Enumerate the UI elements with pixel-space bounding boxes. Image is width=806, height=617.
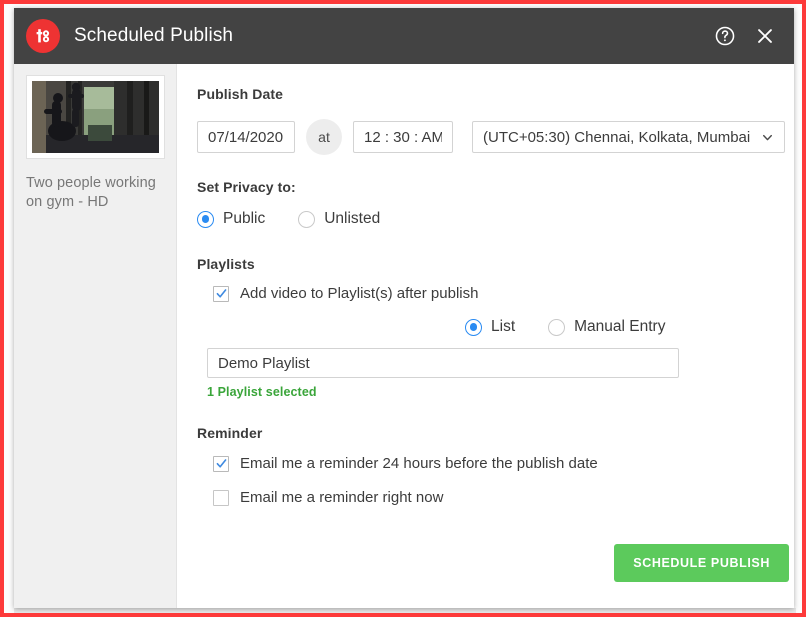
- dialog-content: Publish Date at Set Privacy to:: [177, 64, 794, 608]
- background-ghost-bar: [14, 608, 796, 614]
- radio-public[interactable]: [197, 210, 214, 228]
- dialog-title: Scheduled Publish: [74, 25, 234, 46]
- thumbnail-frame: [26, 75, 165, 159]
- radio-unlisted-label: Unlisted: [324, 210, 381, 227]
- playlist-status: 1 Playlist selected: [207, 385, 317, 399]
- radio-public-label: Public: [223, 210, 266, 227]
- playlist-input[interactable]: [207, 348, 679, 378]
- reminder-now-row: Email me a reminder right now: [213, 489, 785, 506]
- privacy-options-row: Public Unlisted: [197, 210, 785, 228]
- playlist-mode-row: List Manual Entry: [465, 318, 785, 336]
- video-title: Two people working on gym - HD: [26, 175, 156, 210]
- publish-date-input[interactable]: [197, 121, 295, 153]
- video-sidebar: Two people working on gym - HD: [14, 64, 177, 608]
- dialog-header: Scheduled Publish: [14, 8, 794, 64]
- close-icon[interactable]: [752, 23, 778, 49]
- at-label: at: [306, 119, 342, 155]
- radio-list-label: List: [491, 318, 516, 335]
- publish-date-label: Publish Date: [197, 86, 283, 102]
- dialog-body: Two people working on gym - HD Publish D…: [14, 64, 794, 608]
- checkbox-reminder-24h[interactable]: [213, 455, 229, 472]
- playlists-label: Playlists: [197, 256, 255, 272]
- radio-manual-entry[interactable]: [548, 318, 566, 336]
- checkbox-reminder-now[interactable]: [213, 489, 229, 506]
- add-to-playlist-label: Add video to Playlist(s) after publish: [240, 285, 479, 302]
- dialog-footer: SCHEDULE PUBLISH: [614, 544, 789, 582]
- publish-time-input[interactable]: [353, 121, 453, 153]
- help-circle-icon[interactable]: [712, 23, 738, 49]
- privacy-label: Set Privacy to:: [197, 179, 296, 195]
- reminder-24h-label: Email me a reminder 24 hours before the …: [240, 455, 598, 472]
- publish-date-row: at: [197, 119, 785, 155]
- tubebuddy-logo-icon: [26, 19, 60, 53]
- schedule-publish-button[interactable]: SCHEDULE PUBLISH: [614, 544, 789, 582]
- checkbox-add-to-playlist[interactable]: [213, 285, 229, 302]
- timezone-select-wrap: [472, 121, 785, 153]
- timezone-select[interactable]: [472, 121, 785, 153]
- scheduled-publish-dialog: Scheduled Publish Two people working on …: [14, 8, 794, 608]
- reminder-label: Reminder: [197, 425, 263, 441]
- radio-list[interactable]: [465, 318, 482, 336]
- radio-manual-entry-label: Manual Entry: [574, 318, 666, 335]
- reminder-now-label: Email me a reminder right now: [240, 489, 444, 506]
- gym-video-thumbnail: [32, 81, 159, 153]
- radio-unlisted[interactable]: [298, 210, 316, 228]
- add-to-playlist-row: Add video to Playlist(s) after publish: [213, 285, 785, 302]
- reminder-24h-row: Email me a reminder 24 hours before the …: [213, 455, 785, 472]
